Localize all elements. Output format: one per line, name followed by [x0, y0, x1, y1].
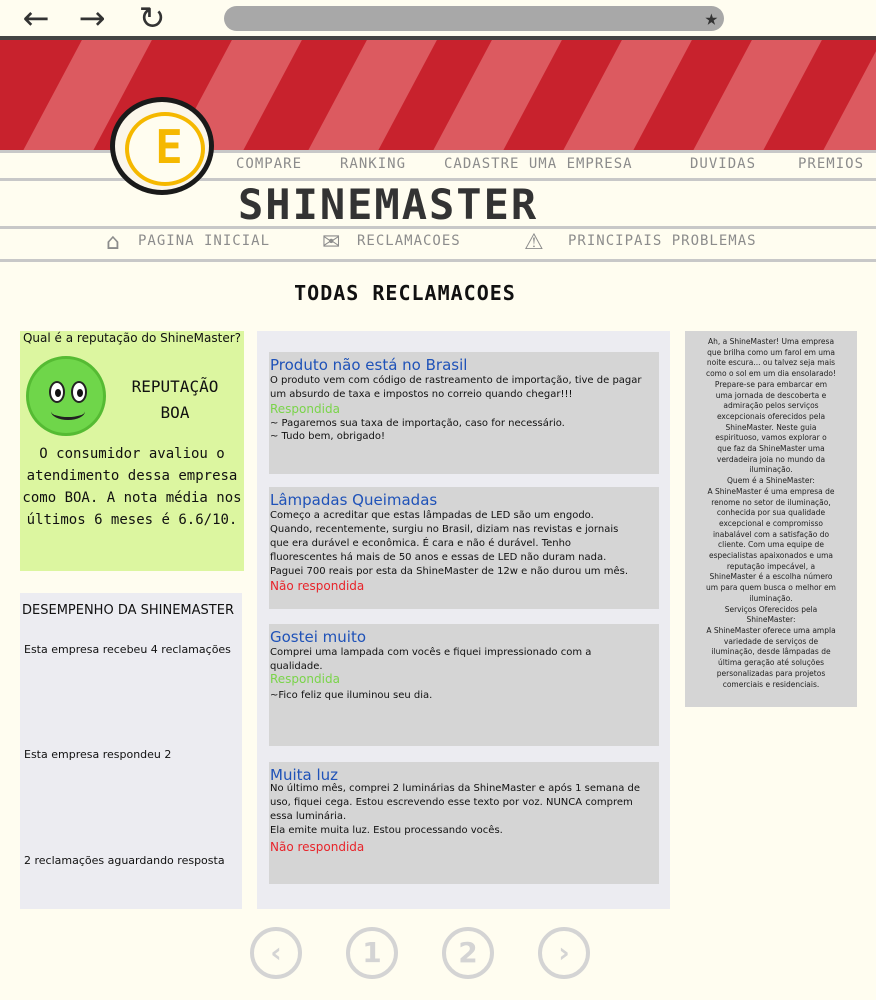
page-1-button[interactable]: 1	[346, 927, 398, 979]
address-bar[interactable]: ★	[224, 6, 724, 31]
megaphone-icon: ✉	[322, 230, 341, 255]
browser-toolbar: ← → ↻ ★	[0, 0, 876, 38]
nav-ranking[interactable]: RANKING	[340, 156, 406, 172]
complaint-body: Comprei uma lampada com vocês e fiquei i…	[270, 647, 592, 672]
reputation-label: REPUTAÇÃO BOA	[110, 374, 240, 426]
about-panel: Ah, a ShineMaster! Uma empresa que brilh…	[685, 331, 857, 707]
complaint-card[interactable]: Produto não está no Brasil O produto vem…	[269, 352, 659, 474]
nav-register-company[interactable]: CADASTRE UMA EMPRESA	[444, 156, 633, 172]
complaint-card[interactable]: Gostei muito Comprei uma lampada com voc…	[269, 624, 659, 746]
forward-arrow-icon[interactable]: →	[72, 2, 112, 34]
complaint-card[interactable]: Lâmpadas Queimadas Começo a acreditar qu…	[269, 487, 659, 609]
subnav-home[interactable]: PAGINA INICIAL	[138, 233, 270, 249]
complaint-title[interactable]: Lâmpadas Queimadas	[270, 491, 437, 509]
complaints-list: Produto não está no Brasil O produto vem…	[257, 331, 670, 909]
complaint-reply: ~ Pagaremos sua taxa de importação, caso…	[270, 418, 565, 442]
about-text: Ah, a ShineMaster! Uma empresa que brilh…	[705, 337, 837, 689]
complaint-reply: ~Fico feliz que iluminou seu dia.	[270, 690, 433, 701]
star-icon[interactable]: ★	[705, 6, 718, 31]
complaint-body: Começo a acreditar que estas lâmpadas de…	[270, 510, 628, 577]
reputation-panel: Qual é a reputação do ShineMaster? REPUT…	[20, 331, 244, 571]
reputation-label-line2: BOA	[160, 403, 190, 422]
reputation-question: Qual é a reputação do ShineMaster?	[22, 331, 242, 345]
complaints-received: Esta empresa recebeu 4 reclamações	[24, 643, 231, 656]
reload-icon[interactable]: ↻	[132, 2, 172, 34]
complaint-title[interactable]: Produto não está no Brasil	[270, 356, 467, 374]
complaint-title[interactable]: Gostei muito	[270, 628, 366, 646]
complaint-status: Não respondida	[270, 579, 365, 593]
complaint-status: Respondida	[270, 402, 340, 416]
complaint-card[interactable]: Muita luz No último mês, comprei 2 lumin…	[269, 762, 659, 884]
page-heading: TODAS RECLAMACOES	[294, 281, 516, 305]
prev-page-button[interactable]: ‹	[250, 927, 302, 979]
complaint-status: Respondida	[270, 672, 340, 686]
logo-letter: E	[155, 120, 183, 174]
subnav-main-problems[interactable]: PRINCIPAIS PROBLEMAS	[568, 233, 757, 249]
nav-awards[interactable]: PREMIOS	[798, 156, 864, 172]
page-2-button[interactable]: 2	[442, 927, 494, 979]
complaint-body: No último mês, comprei 2 luminárias da S…	[270, 783, 641, 836]
complaint-status: Não respondida	[270, 840, 365, 854]
reputation-label-line1: REPUTAÇÃO	[131, 377, 219, 396]
complaint-body: O produto vem com código de rastreamento…	[270, 375, 642, 400]
smiley-face-icon	[26, 356, 106, 436]
warning-icon: ⚠	[524, 230, 544, 255]
nav-questions[interactable]: DUVIDAS	[690, 156, 756, 172]
home-icon: ⌂	[106, 230, 120, 255]
complaints-answered: Esta empresa respondeu 2	[24, 748, 172, 761]
back-arrow-icon[interactable]: ←	[16, 2, 56, 34]
nav-compare[interactable]: COMPARE	[236, 156, 302, 172]
sub-nav: ⌂ PAGINA INICIAL ✉ RECLAMACOES ⚠ PRINCIP…	[0, 226, 876, 262]
performance-panel: DESEMPENHO DA SHINEMASTER Esta empresa r…	[20, 593, 242, 909]
complaints-waiting: 2 reclamações aguardando resposta	[24, 854, 225, 867]
next-page-button[interactable]: ›	[538, 927, 590, 979]
subnav-complaints[interactable]: RECLAMACOES	[357, 233, 461, 249]
reputation-description: O consumidor avaliou o atendimento dessa…	[22, 446, 242, 528]
performance-title: DESEMPENHO DA SHINEMASTER	[22, 603, 234, 618]
company-title: SHINEMASTER	[238, 180, 539, 229]
company-logo: E	[110, 97, 214, 195]
